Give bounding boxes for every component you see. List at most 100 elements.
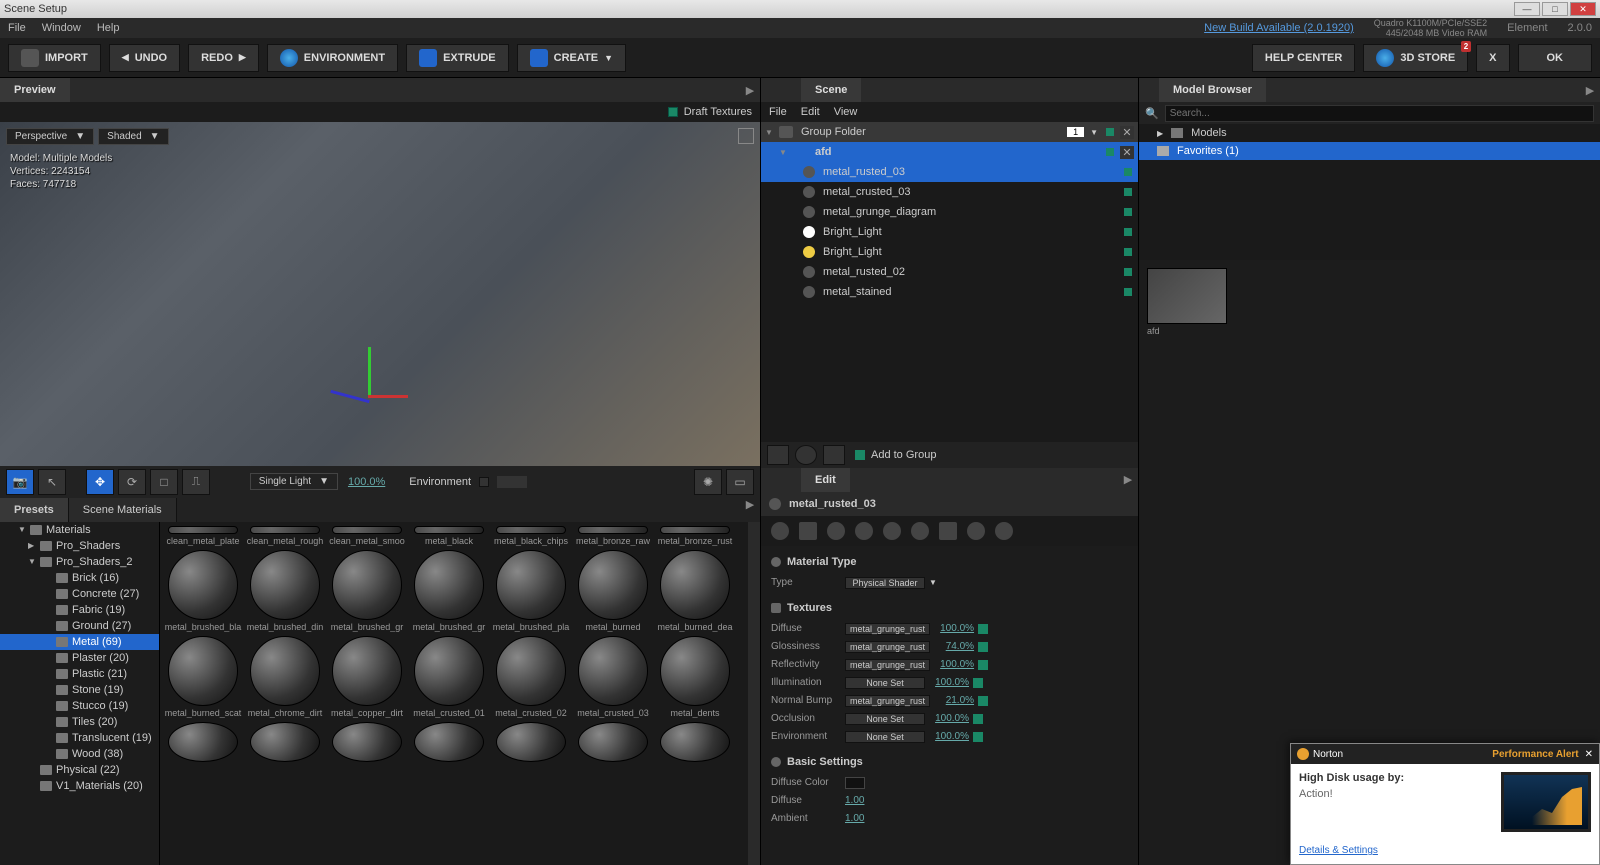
chevron-down-icon[interactable]: ▼ xyxy=(1090,128,1098,137)
3d-store-button[interactable]: 3D STORE2 xyxy=(1363,44,1468,72)
tree-item[interactable]: Stucco (19) xyxy=(0,698,159,714)
texture-checkbox[interactable] xyxy=(973,678,983,688)
textures-section[interactable]: Textures xyxy=(771,602,1128,614)
texture-checkbox[interactable] xyxy=(978,660,988,670)
material-item[interactable]: metal_crusted_02 xyxy=(492,636,570,718)
material-tree[interactable]: ▼Materials▶Pro_Shaders▼Pro_Shaders_2Bric… xyxy=(0,522,160,865)
texture-percent[interactable]: 100.0% xyxy=(934,623,974,634)
tree-item[interactable]: Tiles (20) xyxy=(0,714,159,730)
tree-item[interactable]: ▼Materials xyxy=(0,522,159,538)
material-item[interactable] xyxy=(410,722,488,762)
texture-percent[interactable]: 100.0% xyxy=(929,731,969,742)
tree-item[interactable]: V1_Materials (20) xyxy=(0,778,159,794)
material-item[interactable]: metal_crusted_01 xyxy=(410,636,488,718)
model-thumb[interactable]: afd xyxy=(1147,268,1227,336)
material-item[interactable] xyxy=(328,722,406,762)
ok-button[interactable]: OK xyxy=(1518,44,1593,72)
add-to-group-label[interactable]: Add to Group xyxy=(871,449,936,461)
material-item[interactable]: metal_crusted_03 xyxy=(574,636,652,718)
visibility-toggle[interactable] xyxy=(1124,168,1132,176)
texture-checkbox[interactable] xyxy=(978,696,988,706)
camera-select[interactable]: Perspective▼ xyxy=(6,128,94,145)
undo-button[interactable]: ◀UNDO xyxy=(109,44,180,72)
scene-item[interactable]: metal_rusted_02 xyxy=(761,262,1138,282)
light-percent[interactable]: 100.0% xyxy=(348,476,385,488)
visibility-toggle[interactable] xyxy=(1124,188,1132,196)
presets-tab[interactable]: Presets xyxy=(0,498,69,522)
scene-tree[interactable]: ▼ Group Folder 1 ▼ ✕ ▼ afd ✕ metal_ruste… xyxy=(761,122,1138,442)
scene-item[interactable]: metal_rusted_03 xyxy=(761,162,1138,182)
channel-icon[interactable] xyxy=(911,522,929,540)
material-item[interactable] xyxy=(656,722,734,762)
new-build-link[interactable]: New Build Available (2.0.1920) xyxy=(1204,22,1354,34)
monitor-icon[interactable]: ▭ xyxy=(726,469,754,495)
scene-menu-file[interactable]: File xyxy=(769,106,787,118)
models-row[interactable]: ▶Models xyxy=(1139,124,1600,142)
light-mode-select[interactable]: Single Light▼ xyxy=(250,473,338,490)
preview-tab[interactable]: Preview xyxy=(0,78,70,102)
visibility-toggle[interactable] xyxy=(1124,228,1132,236)
texture-percent[interactable]: 100.0% xyxy=(929,677,969,688)
material-item[interactable]: clean_metal_plate xyxy=(164,526,242,546)
edit-tab[interactable]: Edit xyxy=(801,468,850,492)
scene-materials-tab[interactable]: Scene Materials xyxy=(69,498,177,522)
texture-map-select[interactable]: metal_grunge_rust xyxy=(845,659,930,671)
help-center-button[interactable]: HELP CENTER xyxy=(1252,44,1355,72)
scene-menu-view[interactable]: View xyxy=(834,106,858,118)
maximize-button[interactable]: □ xyxy=(1542,2,1568,16)
toast-details-link[interactable]: Details & Settings xyxy=(1299,845,1378,856)
visibility-toggle[interactable] xyxy=(1124,208,1132,216)
add-folder-icon[interactable] xyxy=(767,445,789,465)
tree-item[interactable]: Stone (19) xyxy=(0,682,159,698)
scene-item[interactable]: metal_crusted_03 xyxy=(761,182,1138,202)
create-button[interactable]: CREATE▼ xyxy=(517,44,626,72)
scene-item[interactable]: Bright_Light xyxy=(761,242,1138,262)
scene-item[interactable]: metal_stained xyxy=(761,282,1138,302)
toast-close-icon[interactable]: ✕ xyxy=(1585,749,1593,760)
visibility-toggle[interactable] xyxy=(1124,268,1132,276)
environment-button[interactable]: ENVIRONMENT xyxy=(267,44,398,72)
texture-map-select[interactable]: None Set xyxy=(845,731,925,743)
scene-tab[interactable]: Scene xyxy=(801,78,861,102)
expand-icon[interactable]: ▶ xyxy=(740,84,760,97)
tree-item[interactable]: ▼Pro_Shaders_2 xyxy=(0,554,159,570)
material-item[interactable]: metal_copper_dirt xyxy=(328,636,406,718)
material-item[interactable]: clean_metal_smoo xyxy=(328,526,406,546)
channel-icon[interactable] xyxy=(883,522,901,540)
settings-icon[interactable]: ✺ xyxy=(694,469,722,495)
add-sphere-icon[interactable] xyxy=(795,445,817,465)
texture-map-select[interactable]: metal_grunge_rust xyxy=(845,695,930,707)
anchor-tool[interactable]: ⎍ xyxy=(182,469,210,495)
material-item[interactable]: metal_burned_dea xyxy=(656,550,734,632)
delete-icon[interactable]: ✕ xyxy=(1120,126,1134,139)
visibility-toggle[interactable] xyxy=(1106,128,1114,136)
texture-checkbox[interactable] xyxy=(973,714,983,724)
search-input[interactable] xyxy=(1165,105,1594,122)
material-item[interactable]: metal_brushed_gr xyxy=(328,550,406,632)
tree-item[interactable]: Plastic (21) xyxy=(0,666,159,682)
draft-textures-checkbox[interactable] xyxy=(668,107,678,117)
texture-map-select[interactable]: metal_grunge_rust xyxy=(845,623,930,635)
tree-item[interactable]: Plaster (20) xyxy=(0,650,159,666)
gear-icon[interactable] xyxy=(995,522,1013,540)
close-button[interactable]: ✕ xyxy=(1570,2,1596,16)
expand-icon[interactable]: ▶ xyxy=(1118,473,1138,486)
material-item[interactable] xyxy=(164,722,242,762)
channel-icon[interactable] xyxy=(855,522,873,540)
expand-icon[interactable]: ▶ xyxy=(1580,84,1600,97)
tree-item[interactable]: Physical (22) xyxy=(0,762,159,778)
material-item[interactable]: clean_metal_rough xyxy=(246,526,324,546)
axis-z[interactable] xyxy=(330,390,369,403)
material-item[interactable]: metal_brushed_din xyxy=(246,550,324,632)
favorites-row[interactable]: Favorites (1) xyxy=(1139,142,1600,160)
model-browser-tab[interactable]: Model Browser xyxy=(1159,78,1266,102)
select-tool[interactable]: ↖ xyxy=(38,469,66,495)
fullscreen-icon[interactable] xyxy=(738,128,754,144)
redo-button[interactable]: REDO▶ xyxy=(188,44,259,72)
scene-menu-edit[interactable]: Edit xyxy=(801,106,820,118)
group-count[interactable]: 1 xyxy=(1067,127,1084,137)
expand-icon[interactable]: ▶ xyxy=(740,498,760,522)
material-item[interactable] xyxy=(492,722,570,762)
tree-item[interactable]: ▶Pro_Shaders xyxy=(0,538,159,554)
material-item[interactable]: metal_brushed_pla xyxy=(492,550,570,632)
